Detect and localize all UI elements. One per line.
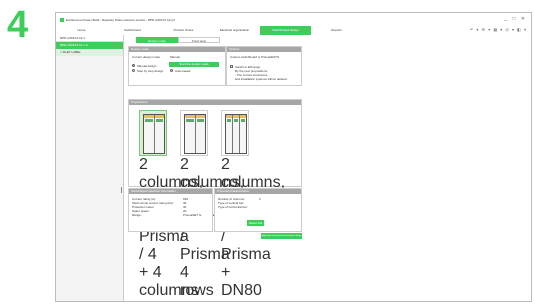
toolbar-icons[interactable]: ↶ ▾ ☰ ▾ ▦ ▾ ◎ ▾ ◧ ▾ <box>470 27 527 32</box>
characteristics-header: Proposal characteristics <box>215 189 301 194</box>
design-mode-panel: Design mode Current design mode Manual M… <box>128 46 226 86</box>
switch-range-checkbox[interactable] <box>230 65 233 68</box>
selection-info-header: Switchboard selection information <box>129 189 212 194</box>
proposal-caption-3: 2 columns, 2 columns / Prisma + DN80 / 6… <box>221 156 286 301</box>
tab-switchboard-design[interactable]: Switchboard design <box>260 26 311 35</box>
tab-design-mode[interactable]: Design mode <box>136 37 178 43</box>
options-line-3: and installation systems will be deleted… <box>235 77 288 81</box>
tab-switchboard[interactable]: Switchboard <box>107 26 158 35</box>
cabinet-drawing <box>184 114 206 154</box>
option-manual: Manual design <box>137 64 157 68</box>
char-value: 2 <box>259 197 261 201</box>
propositions-panel: Propositions 2 columns, 2 columns Prisma… <box>128 99 302 301</box>
tree-header[interactable]: RPD-AXDN-6 b2 1 <box>56 35 123 42</box>
char-label: Type of horizontal bar: <box>218 205 248 209</box>
title-bar: EcoStruxure Power Build - Rapsody Draw c… <box>56 13 531 26</box>
tree-item-selected[interactable]: RPD-AXDN-6 b2 1 0 <box>56 42 123 49</box>
start-design-button[interactable]: Start the design mode <box>169 62 219 67</box>
app-logo-icon <box>60 17 64 22</box>
options-panel: Options Custom switchboard is Prisma/EST… <box>226 46 302 86</box>
design-mode-header: Design mode <box>129 47 225 52</box>
tab-reports[interactable]: Reports <box>311 26 362 35</box>
current-mode-label: Current design mode <box>132 55 161 59</box>
cabinet-drawing <box>143 114 165 154</box>
tree-item-sub[interactable]: > FILET LABEL <box>56 49 123 56</box>
tab-front-view[interactable]: Front view <box>178 37 220 43</box>
option-step-by-step: Step by step design <box>137 69 164 73</box>
cabinet-drawing <box>225 114 247 154</box>
options-header: Options <box>227 47 301 52</box>
option-auto: Auto-based <box>175 69 191 73</box>
subtabs: Design mode Front view <box>136 37 220 43</box>
app-window: EcoStruxure Power Build - Rapsody Draw c… <box>55 12 532 302</box>
options-intro: Custom switchboard is Prisma/ESTS <box>230 55 280 59</box>
apply-continue-button[interactable]: Apply selected proposal and continue des… <box>261 233 302 239</box>
project-tree: RPD-AXDN-6 b2 1 RPD-AXDN-6 b2 1 0 > FILE… <box>56 35 124 301</box>
window-title: EcoStruxure Power Build - Rapsody Draw c… <box>66 17 175 22</box>
tab-electrical-organization[interactable]: Electrical organization <box>209 26 260 35</box>
select-this-button[interactable]: Select this <box>247 220 264 226</box>
info-value: PrismaSET G <box>183 213 202 217</box>
proposal-characteristics-panel: Proposal characteristics Number of colum… <box>214 188 302 232</box>
radio-manual[interactable] <box>132 64 135 67</box>
tab-product-choice[interactable]: Product choice <box>158 26 209 35</box>
step-number: 4 <box>7 4 29 46</box>
proposal-caption-1: 2 columns, 2 columns Prisma / 4 + 4 colu… <box>139 156 204 301</box>
splitter-handle[interactable] <box>121 187 122 193</box>
proposal-card-3[interactable] <box>221 110 249 156</box>
selection-info-panel: Switchboard selection information Curren… <box>128 188 213 232</box>
radio-step-by-step[interactable] <box>132 69 135 72</box>
ribbon-tabs: Home Switchboard Product choice Electric… <box>56 26 531 35</box>
proposal-caption-2: 2 columns, 1 columns / Prisma 4 rows - D… <box>180 156 245 301</box>
proposal-card-2[interactable] <box>180 110 208 156</box>
window-controls[interactable]: _ □ ✕ <box>504 16 527 22</box>
radio-auto[interactable] <box>170 69 173 72</box>
tab-home[interactable]: Home <box>56 26 107 35</box>
proposal-card-1[interactable] <box>139 110 167 156</box>
info-label: Range: <box>132 213 142 217</box>
current-mode-value: Manual <box>170 55 180 59</box>
propositions-header: Propositions <box>129 100 301 105</box>
